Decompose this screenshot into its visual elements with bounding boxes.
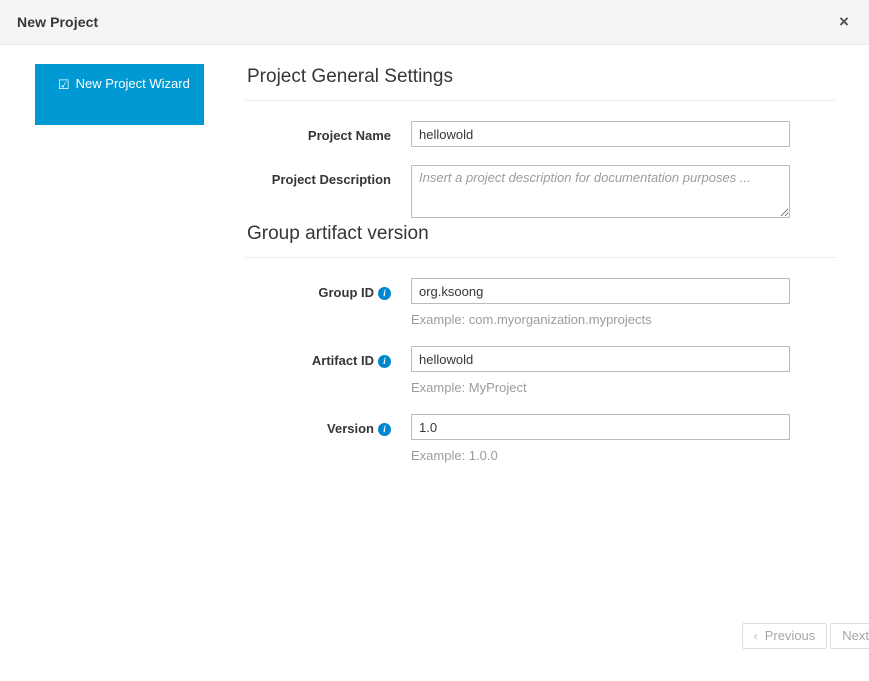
control-wrap-group-id: Example: com.myorganization.myprojects	[411, 278, 836, 328]
project-description-textarea[interactable]	[411, 165, 790, 218]
field-row-group-id: Group ID i Example: com.myorganization.my…	[245, 278, 836, 328]
wizard-sidebar: ☑ New Project Wizard	[0, 45, 204, 125]
field-row-artifact-id: Artifact ID i Example: MyProject	[245, 346, 836, 396]
info-icon[interactable]: i	[378, 287, 391, 300]
label-text: Artifact ID	[311, 353, 374, 368]
label-text: Project Description	[271, 172, 391, 187]
label-artifact-id: Artifact ID i	[245, 346, 411, 370]
control-wrap-version: Example: 1.0.0	[411, 414, 836, 464]
previous-button[interactable]: ‹ Previous	[741, 623, 828, 649]
modal-body: ☑ New Project Wizard Project General Sett…	[0, 45, 869, 681]
group-id-input[interactable]	[411, 278, 790, 304]
info-icon[interactable]: i	[378, 355, 391, 368]
wizard-main: Project General Settings Project Name Pr…	[204, 45, 869, 649]
section-title-gav: Group artifact version	[245, 221, 836, 258]
label-group-id: Group ID i	[245, 278, 411, 302]
help-text-version: Example: 1.0.0	[411, 448, 498, 463]
label-project-description: Project Description	[245, 165, 411, 189]
modal-header: New Project ×	[0, 0, 869, 45]
sidebar-item-new-project-wizard[interactable]: ☑ New Project Wizard	[35, 64, 204, 125]
previous-button-label: Previous	[764, 628, 816, 643]
version-input[interactable]	[411, 414, 790, 440]
chevron-left-icon: ‹	[753, 629, 758, 643]
label-version: Version i	[245, 414, 411, 438]
control-wrap-project-name	[411, 121, 836, 147]
field-row-project-name: Project Name	[245, 121, 836, 147]
project-name-input[interactable]	[411, 121, 790, 147]
label-text: Version	[327, 421, 374, 436]
info-icon[interactable]: i	[378, 423, 391, 436]
sidebar-item-label: New Project Wizard	[75, 76, 190, 91]
next-button[interactable]: Next›	[830, 623, 869, 649]
label-text: Project Name	[307, 128, 391, 143]
checked-checkbox-icon: ☑	[58, 77, 70, 92]
close-icon[interactable]: ×	[833, 11, 855, 33]
form-area: Project General Settings Project Name Pr…	[245, 45, 836, 464]
field-row-project-description: Project Description	[245, 165, 836, 221]
label-text: Group ID	[318, 285, 374, 300]
field-row-version: Version i Example: 1.0.0	[245, 414, 836, 464]
help-text-artifact-id: Example: MyProject	[411, 380, 527, 395]
page-title: New Project	[17, 14, 99, 30]
control-wrap-artifact-id: Example: MyProject	[411, 346, 836, 396]
help-text-group-id: Example: com.myorganization.myprojects	[411, 312, 652, 327]
section-title-general: Project General Settings	[245, 64, 836, 101]
wizard-footer: ‹Previous Next› Cancel ✔Finish	[204, 623, 869, 649]
next-button-label: Next	[842, 628, 869, 643]
artifact-id-input[interactable]	[411, 346, 790, 372]
label-project-name: Project Name	[245, 121, 411, 145]
control-wrap-project-description	[411, 165, 836, 221]
